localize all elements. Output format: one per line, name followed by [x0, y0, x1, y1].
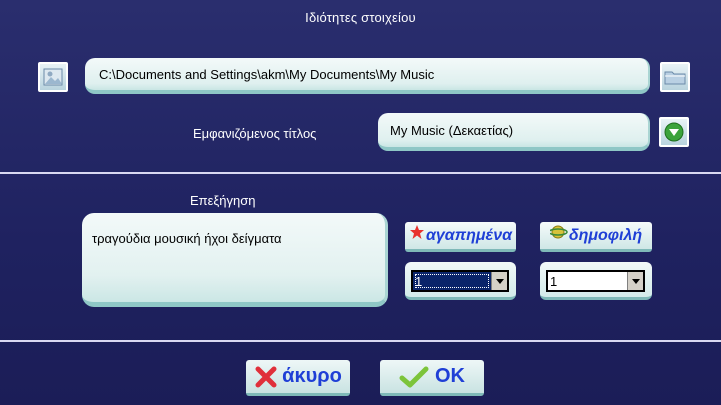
- favorites-label: αγαπημένα: [425, 226, 513, 244]
- green-down-arrow-icon: [664, 122, 684, 142]
- check-icon: [399, 366, 429, 387]
- x-icon: [255, 366, 277, 387]
- chevron-down-icon[interactable]: [627, 272, 643, 290]
- favorites-select-container: 1: [405, 262, 516, 300]
- favorites-button[interactable]: αγαπημένα: [405, 222, 516, 252]
- path-value: C:\Documents and Settings\akm\My Documen…: [99, 66, 435, 82]
- popular-select[interactable]: 1: [546, 270, 645, 292]
- image-button[interactable]: [38, 62, 68, 92]
- description-value: τραγούδια μουσική ήχοι δείγματα: [92, 231, 282, 246]
- popular-select-value: 1: [550, 273, 558, 289]
- popular-button[interactable]: δημοφιλή: [540, 222, 652, 252]
- display-title-field[interactable]: My Music (Δεκαετίας): [378, 113, 650, 151]
- favorites-select[interactable]: 1: [411, 270, 509, 292]
- cancel-label: άκυρο: [282, 365, 342, 387]
- description-label: Επεξήγηση: [190, 193, 256, 208]
- star-icon: [409, 224, 424, 239]
- ok-button[interactable]: OK: [380, 360, 484, 396]
- divider-bottom: [0, 340, 721, 342]
- chevron-down-icon[interactable]: [491, 272, 507, 290]
- favorites-select-value: 1: [413, 272, 491, 290]
- planet-icon: [549, 225, 568, 238]
- browse-folder-button[interactable]: [660, 62, 690, 92]
- divider-top: [0, 172, 721, 174]
- description-textarea[interactable]: τραγούδια μουσική ήχοι δείγματα: [82, 213, 388, 307]
- ok-label: OK: [435, 365, 465, 387]
- display-title-value: My Music (Δεκαετίας): [390, 122, 514, 138]
- popular-select-container: 1: [540, 262, 652, 300]
- cancel-button[interactable]: άκυρο: [246, 360, 350, 396]
- path-field[interactable]: C:\Documents and Settings\akm\My Documen…: [85, 58, 650, 94]
- image-icon: [43, 68, 63, 86]
- item-properties-dialog: Ιδιότητες στοιχείου C:\Documents and Set…: [0, 0, 721, 405]
- folder-icon: [664, 71, 686, 85]
- display-title-dropdown-button[interactable]: [659, 117, 689, 147]
- dialog-title: Ιδιότητες στοιχείου: [305, 10, 416, 25]
- display-title-label: Εμφανιζόμενος τίτλος: [193, 126, 317, 141]
- popular-label: δημοφιλή: [568, 226, 643, 244]
